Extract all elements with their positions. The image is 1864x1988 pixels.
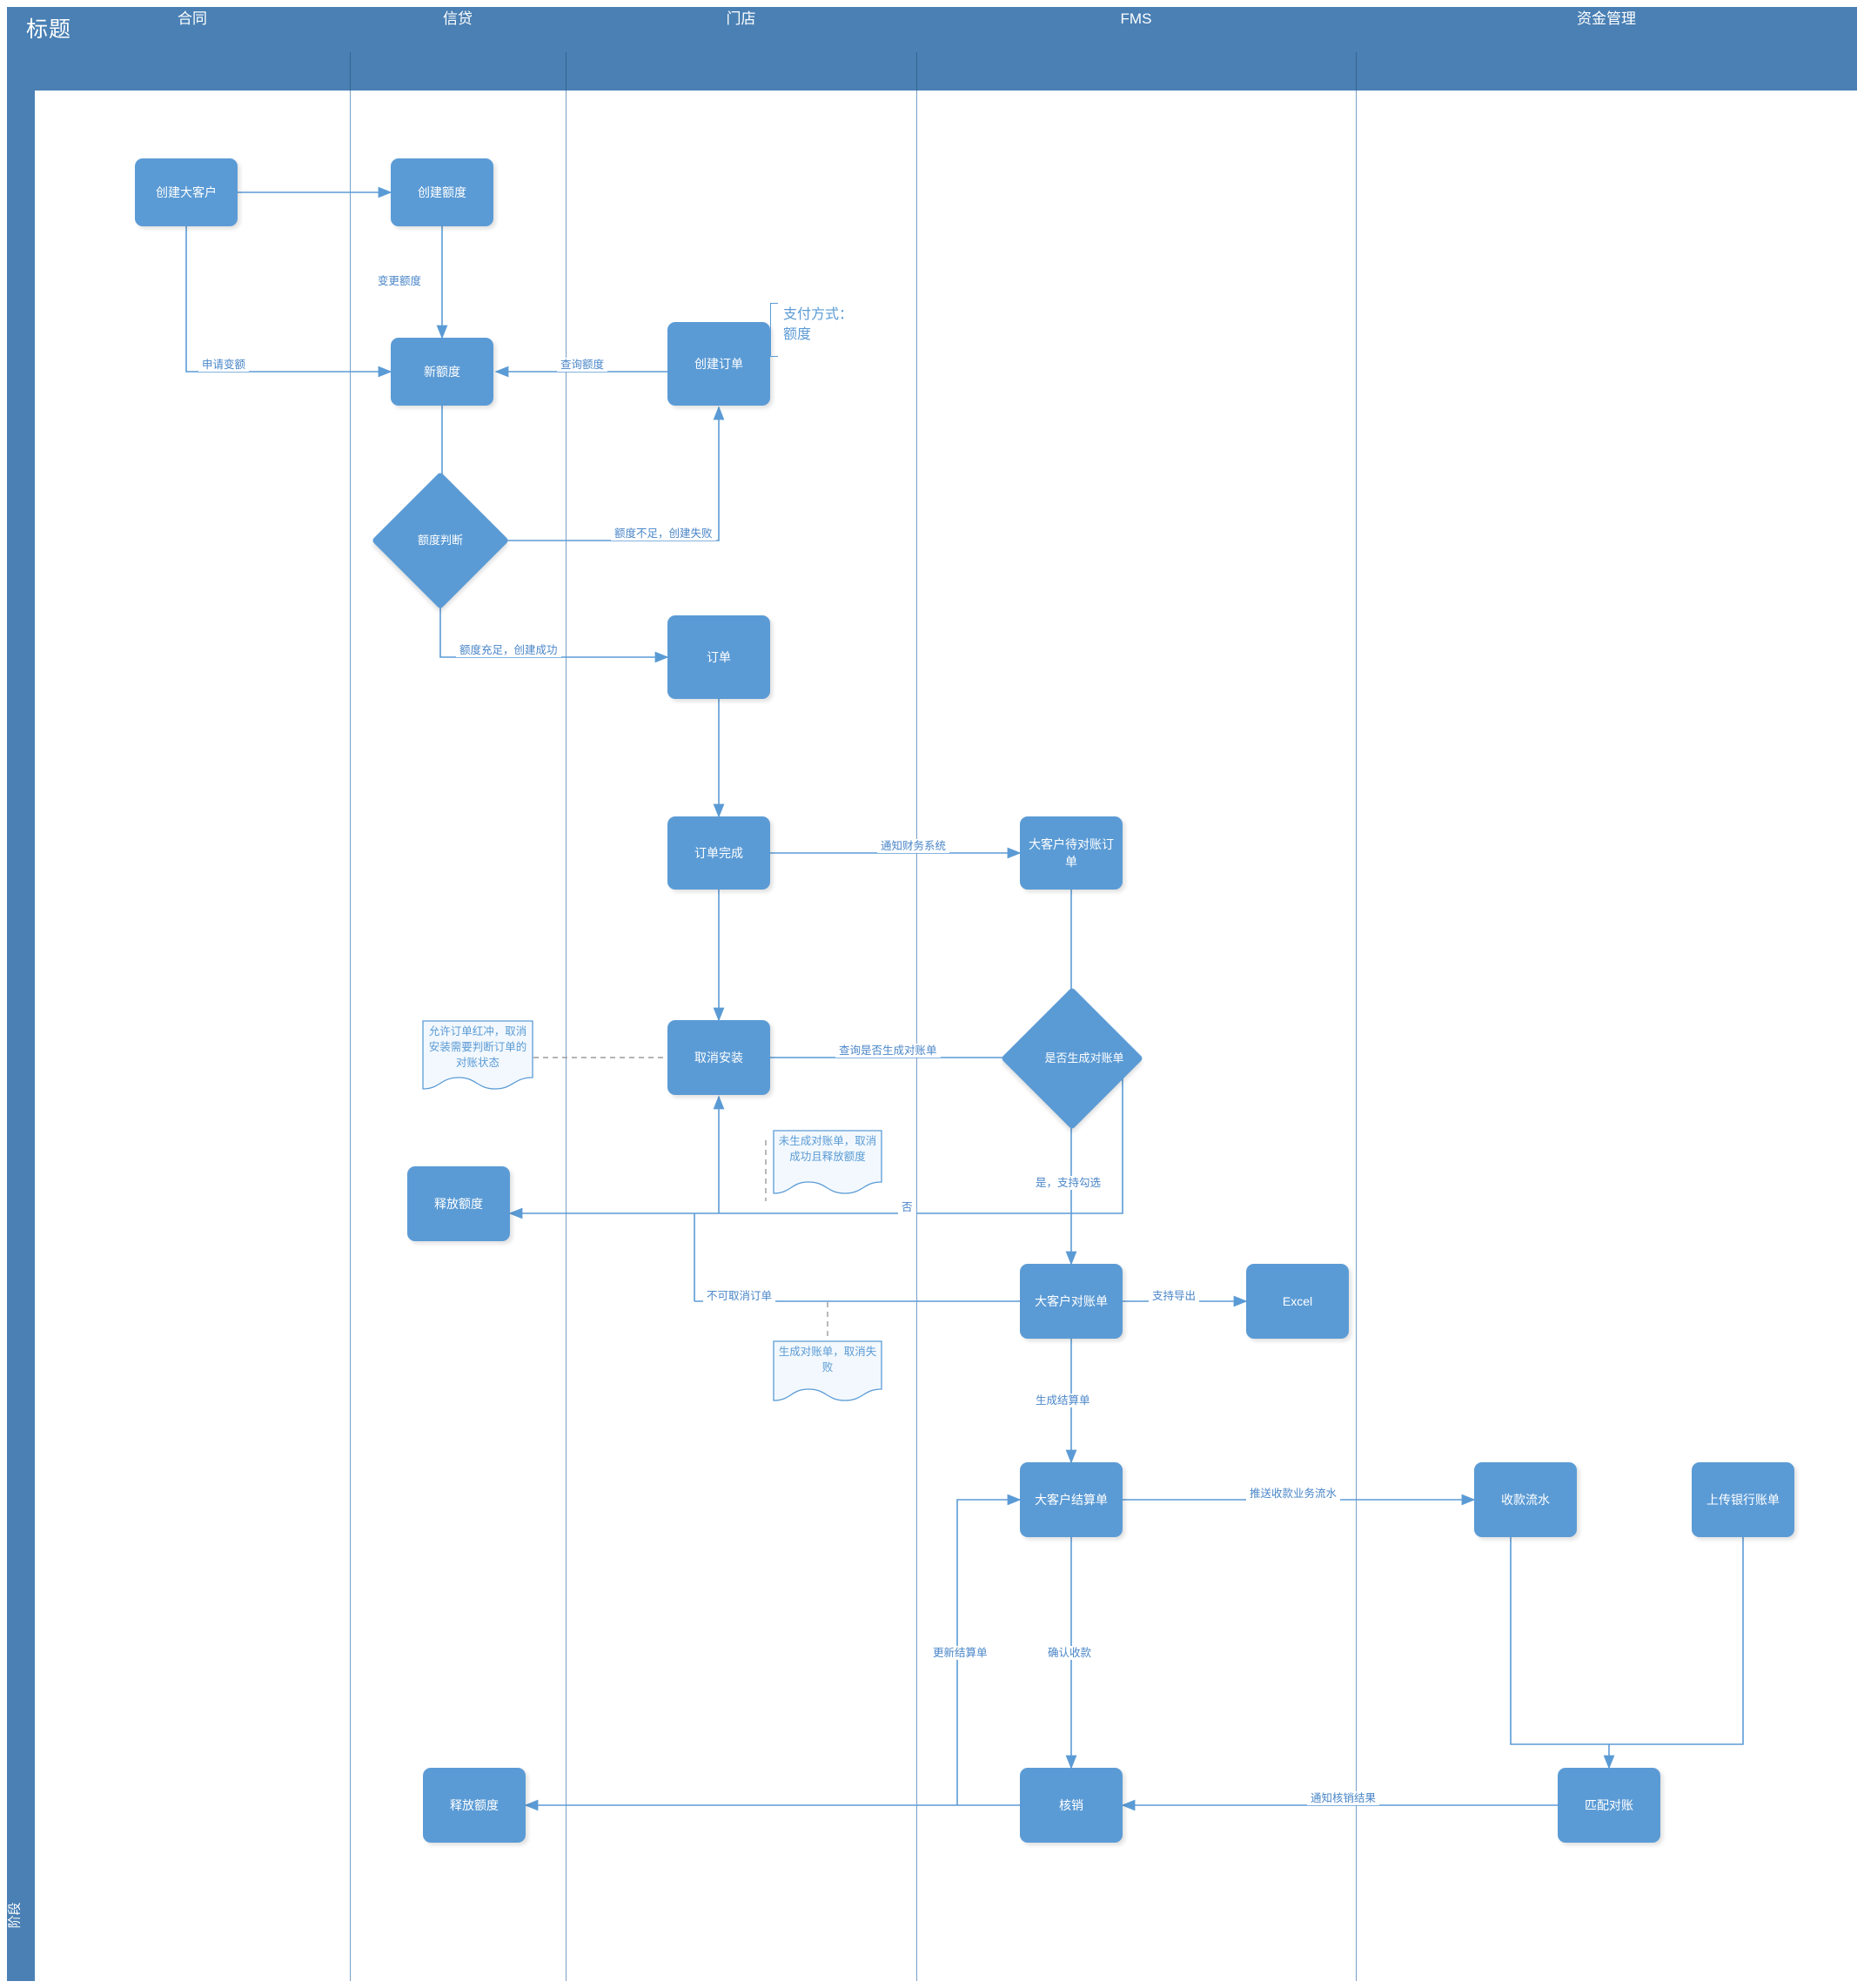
edge-label-confirm-receipt: 确认收款 (1044, 1646, 1096, 1660)
note-order-reverse: 允许订单红冲，取消安装需要判断订单的对账状态 (422, 1020, 533, 1090)
edge-label-notify-writeoff: 通知核销结果 (1307, 1791, 1380, 1805)
lane-divider-1 (350, 91, 351, 1981)
node-order-complete[interactable]: 订单完成 (667, 816, 770, 890)
edge-label-push-receipt-flow: 推送收款业务流水 (1246, 1487, 1341, 1501)
lane-header-row (35, 52, 1857, 91)
node-generate-statement-decision-label: 是否生成对账单 (1044, 1051, 1124, 1065)
node-generate-statement-decision[interactable]: 是否生成对账单 (1000, 986, 1144, 1131)
node-cancel-installation[interactable]: 取消安装 (667, 1020, 770, 1095)
node-create-quota[interactable]: 创建额度 (391, 158, 493, 226)
lane-divider-4 (1356, 91, 1357, 1981)
node-create-key-account[interactable]: 创建大客户 (135, 158, 238, 226)
note-no-statement-text: 未生成对账单，取消成功且释放额度 (778, 1135, 877, 1163)
edge-label-yes-support-check: 是，支持勾选 (1032, 1176, 1105, 1190)
lane-header-divider-3 (916, 52, 917, 91)
edge-label-query-generate-statement: 查询是否生成对账单 (835, 1044, 941, 1058)
node-quota-judgement-label: 额度判断 (417, 534, 463, 547)
node-match-reconcile[interactable]: 匹配对账 (1558, 1768, 1660, 1843)
node-upload-bank-statement[interactable]: 上传银行账单 (1692, 1462, 1794, 1537)
edge-label-no: 否 (898, 1200, 916, 1214)
node-release-quota-upper[interactable]: 释放额度 (407, 1166, 510, 1241)
edge-label-change-quota: 变更额度 (374, 274, 426, 288)
node-excel-export[interactable]: Excel (1246, 1264, 1349, 1339)
node-key-account-statement[interactable]: 大客户对账单 (1020, 1264, 1123, 1339)
node-receipt-flow[interactable]: 收款流水 (1474, 1462, 1577, 1537)
node-release-quota-lower[interactable]: 释放额度 (423, 1768, 526, 1843)
node-order[interactable]: 订单 (667, 615, 770, 699)
lane-header-credit[interactable]: 信贷 (350, 0, 566, 38)
note-no-statement: 未生成对账单，取消成功且释放额度 (773, 1130, 882, 1194)
edge-label-update-settlement: 更新结算单 (929, 1646, 991, 1660)
edge-label-support-export: 支持导出 (1149, 1289, 1200, 1303)
lane-divider-3 (916, 91, 917, 1981)
note-generate-statement-fail-text: 生成对账单，取消失败 (778, 1346, 877, 1373)
phase-label: 阶段 (7, 1902, 23, 1929)
lane-header-fund[interactable]: 资金管理 (1356, 0, 1857, 38)
note-order-reverse-text: 允许订单红冲，取消安装需要判断订单的对账状态 (428, 1025, 527, 1069)
node-new-quota[interactable]: 新额度 (391, 338, 493, 406)
note-payment-method: 支付方式： 额度 (783, 307, 854, 342)
edge-label-notify-finance: 通知财务系统 (877, 839, 950, 853)
node-create-order[interactable]: 创建订单 (667, 322, 770, 406)
lane-header-store[interactable]: 门店 (566, 0, 916, 38)
node-quota-judgement[interactable]: 额度判断 (371, 471, 510, 610)
edge-label-quota-insufficient: 额度不足，创建失败 (611, 527, 716, 541)
note-generate-statement-fail: 生成对账单，取消失败 (773, 1340, 882, 1401)
lane-header-divider-4 (1356, 52, 1357, 91)
edge-label-cannot-cancel-order: 不可取消订单 (703, 1289, 776, 1303)
node-key-account-settlement[interactable]: 大客户结算单 (1020, 1462, 1123, 1537)
bracket-shape (770, 303, 778, 357)
edge-label-query-quota: 查询额度 (557, 358, 608, 372)
edge-label-quota-sufficient: 额度充足，创建成功 (456, 643, 561, 657)
node-pending-reconcile-order[interactable]: 大客户待对账订单 (1020, 816, 1123, 890)
lane-header-fms[interactable]: FMS (916, 0, 1356, 38)
lane-header-divider-2 (566, 52, 567, 91)
lane-header-divider-1 (350, 52, 351, 91)
node-write-off[interactable]: 核销 (1020, 1768, 1123, 1843)
flowchart-canvas: 标题 阶段 合同 信贷 门店 FMS 资金管理 创建大客户 创建额度 新额度 创… (0, 0, 1864, 1988)
lane-body (35, 91, 1857, 1981)
lane-divider-2 (566, 91, 567, 1981)
lane-header-contract[interactable]: 合同 (35, 0, 350, 38)
phase-bar (7, 52, 35, 1981)
edge-label-apply-change: 申请变额 (198, 358, 250, 372)
edge-label-generate-settlement: 生成结算单 (1032, 1394, 1094, 1407)
